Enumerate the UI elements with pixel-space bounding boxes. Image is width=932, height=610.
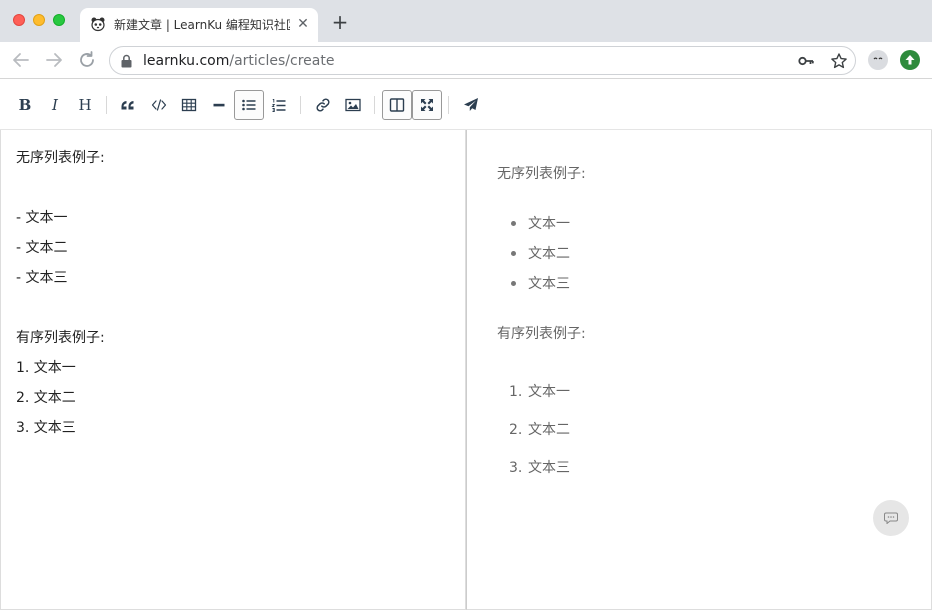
editor-line: 2. 文本二 <box>16 390 76 406</box>
toolbar-divider <box>300 96 301 114</box>
list-item: 文本二 <box>528 422 570 438</box>
browser-tab[interactable]: 新建文章 | LearnKu 编程知识社区 ✕ <box>80 8 318 42</box>
up-arrow-icon <box>905 55 915 65</box>
new-tab-button[interactable]: + <box>330 12 350 32</box>
extension-upload-icon[interactable] <box>900 50 920 70</box>
heading-button[interactable]: H <box>70 90 100 120</box>
list-item: 文本三 <box>528 276 570 292</box>
forward-arrow-icon[interactable] <box>43 49 65 71</box>
tab-title: 新建文章 | LearnKu 编程知识社区 <box>114 18 290 32</box>
list-item: 文本一 <box>528 384 570 400</box>
code-icon <box>151 99 167 111</box>
editor-line: - 文本二 <box>16 240 68 256</box>
extension-face-icon[interactable] <box>868 50 888 70</box>
ordered-list-icon <box>271 99 286 112</box>
editor-line: 3. 文本三 <box>16 420 76 436</box>
chat-bubble-icon <box>884 512 898 524</box>
horizontal-rule-button[interactable] <box>204 90 234 120</box>
toolbar-divider <box>106 96 107 114</box>
list-number: 1. <box>509 384 523 400</box>
face-glyph-icon <box>873 57 883 60</box>
italic-icon: I <box>52 96 58 114</box>
list-bullet <box>511 251 516 256</box>
preview-paragraph: 有序列表例子: <box>497 326 586 342</box>
fullscreen-button[interactable] <box>412 90 442 120</box>
tab-close-icon[interactable]: ✕ <box>294 15 312 33</box>
unordered-list-button[interactable] <box>234 90 264 120</box>
window-close-button[interactable] <box>13 14 25 26</box>
window-minimize-button[interactable] <box>33 14 45 26</box>
editor-line: 1. 文本一 <box>16 360 76 376</box>
bold-icon: B <box>18 96 32 114</box>
publish-button[interactable] <box>456 90 486 120</box>
chat-button[interactable] <box>873 500 909 536</box>
url-path: /articles/create <box>229 53 335 69</box>
reload-icon[interactable] <box>76 49 98 71</box>
table-icon <box>181 98 197 112</box>
link-icon <box>316 98 330 112</box>
preview-paragraph: 无序列表例子: <box>497 166 586 182</box>
editor-line: 有序列表例子: <box>16 330 105 346</box>
image-button[interactable] <box>338 90 368 120</box>
back-arrow-icon[interactable] <box>10 49 32 71</box>
browser-titlebar: 新建文章 | LearnKu 编程知识社区 ✕ + <box>0 0 932 42</box>
code-button[interactable] <box>144 90 174 120</box>
quote-icon <box>121 101 134 110</box>
list-item: 文本三 <box>528 460 570 476</box>
browser-navbar: learnku.com/articles/create <box>0 42 932 79</box>
learnku-favicon-icon <box>91 17 105 32</box>
paper-plane-icon <box>464 98 478 111</box>
markdown-preview: 无序列表例子: 文本一 文本二 文本三 有序列表例子: 1. 文本一 2. 文本… <box>466 130 932 610</box>
editor-line: 无序列表例子: <box>16 150 105 166</box>
table-button[interactable] <box>174 90 204 120</box>
lock-icon <box>121 54 132 68</box>
italic-button[interactable]: I <box>40 90 70 120</box>
ordered-list-button[interactable] <box>264 90 294 120</box>
address-bar[interactable]: learnku.com/articles/create <box>109 46 856 75</box>
expand-arrows-icon <box>421 99 433 111</box>
side-by-side-button[interactable] <box>382 90 412 120</box>
markdown-editor[interactable]: 无序列表例子: - 文本一 - 文本二 - 文本三 有序列表例子: 1. 文本一… <box>0 130 466 610</box>
horizontal-rule-icon <box>213 103 225 107</box>
editor-line: - 文本三 <box>16 270 68 286</box>
list-item: 文本二 <box>528 246 570 262</box>
image-icon <box>345 98 361 112</box>
bold-button[interactable]: B <box>10 90 40 120</box>
url-host: learnku.com <box>143 53 230 69</box>
toolbar-divider <box>448 96 449 114</box>
unordered-list-icon <box>242 99 256 111</box>
heading-icon: H <box>78 96 92 114</box>
columns-icon <box>389 98 405 112</box>
key-icon[interactable] <box>797 52 815 70</box>
toolbar-divider <box>374 96 375 114</box>
list-item: 文本一 <box>528 216 570 232</box>
editor-line: - 文本一 <box>16 210 68 226</box>
url-text[interactable]: learnku.com/articles/create <box>143 53 334 70</box>
list-bullet <box>511 281 516 286</box>
link-button[interactable] <box>308 90 338 120</box>
bookmark-star-icon[interactable] <box>830 52 848 70</box>
list-number: 3. <box>509 460 523 476</box>
list-number: 2. <box>509 422 523 438</box>
list-bullet <box>511 221 516 226</box>
quote-button[interactable] <box>114 90 144 120</box>
window-maximize-button[interactable] <box>53 14 65 26</box>
editor-toolbar: B I H <box>0 80 932 130</box>
